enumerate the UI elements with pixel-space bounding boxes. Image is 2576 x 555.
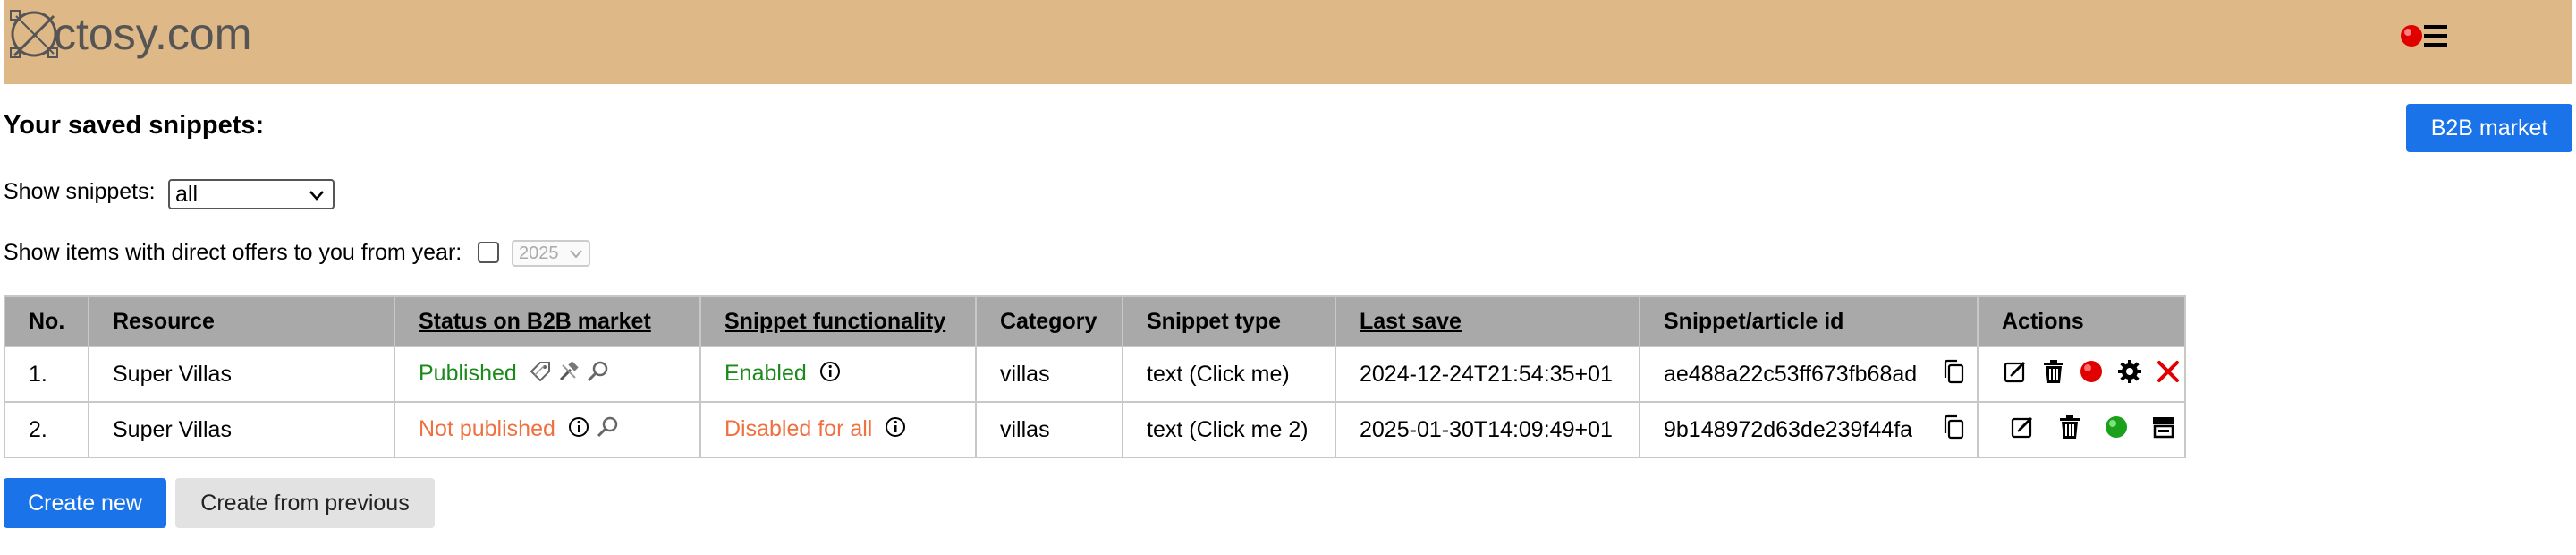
col-resource: Resource — [88, 295, 395, 347]
snippets-table: No. Resource Status on B2B market Snippe… — [4, 295, 2186, 458]
logo-text: ctosy.com — [54, 9, 252, 59]
info-icon[interactable] — [567, 415, 590, 445]
col-no: No. — [4, 295, 89, 347]
show-snippets-select[interactable]: all — [168, 179, 335, 209]
trash-icon[interactable] — [2057, 414, 2082, 447]
year-select[interactable]: 2025 — [512, 240, 590, 267]
status-text: Not published — [419, 415, 555, 441]
magnifier-icon[interactable] — [596, 415, 619, 445]
row-resource: Super Villas — [88, 401, 395, 458]
row-actions — [1977, 346, 2186, 403]
green-circle-icon[interactable] — [2104, 414, 2129, 446]
functionality-text: Enabled — [724, 360, 807, 386]
row-category: villas — [975, 346, 1123, 403]
show-snippets-label: Show snippets: — [4, 179, 156, 204]
chevron-down-icon — [569, 245, 583, 269]
b2b-market-button[interactable]: B2B market — [2406, 104, 2572, 152]
col-actions: Actions — [1977, 295, 2186, 347]
edit-icon[interactable] — [2002, 358, 2029, 391]
row-id: 9b148972d63de239f44fa — [1639, 401, 1979, 458]
offers-year-checkbox[interactable] — [478, 242, 499, 263]
page-title: Your saved snippets: — [4, 111, 265, 140]
top-bar: ctosy.com — [4, 0, 2572, 84]
close-icon[interactable] — [2156, 359, 2181, 390]
row-actions — [1977, 401, 2186, 458]
hamburger-menu-icon[interactable] — [2399, 20, 2449, 52]
row-type[interactable]: text (Click me) — [1122, 346, 1336, 403]
col-type: Snippet type — [1122, 295, 1336, 347]
info-icon[interactable] — [818, 360, 842, 389]
row-status: Published — [394, 346, 701, 403]
info-icon[interactable] — [884, 415, 907, 445]
year-value: 2025 — [519, 243, 559, 263]
row-number: 2. — [4, 401, 89, 458]
row-last-save: 2024-12-24T21:54:35+01 — [1335, 346, 1640, 403]
magnifier-icon[interactable] — [586, 360, 609, 389]
col-last-save[interactable]: Last save — [1335, 295, 1640, 347]
row-number: 1. — [4, 346, 89, 403]
create-from-previous-button[interactable]: Create from previous — [175, 478, 435, 528]
row-functionality: Enabled — [699, 346, 977, 403]
row-type[interactable]: text (Click me 2) — [1122, 401, 1336, 458]
status-text: Published — [419, 360, 517, 386]
col-functionality[interactable]: Snippet functionality — [699, 295, 977, 347]
create-new-button[interactable]: Create new — [4, 478, 166, 528]
functionality-text: Disabled for all — [724, 415, 873, 441]
hammer-wrench-icon[interactable] — [557, 360, 580, 389]
copy-icon[interactable] — [1941, 414, 1966, 447]
row-functionality: Disabled for all — [699, 401, 977, 458]
trash-icon[interactable] — [2041, 358, 2066, 391]
table-header-row: No. Resource Status on B2B market Snippe… — [4, 295, 2186, 347]
snippet-id: 9b148972d63de239f44fa — [1664, 416, 1913, 442]
row-id: ae488a22c53ff673fb68ad — [1639, 346, 1979, 403]
table-row: 1. Super Villas Published Enabled villas… — [4, 346, 2186, 403]
storefront-icon[interactable] — [2150, 414, 2177, 447]
red-circle-icon[interactable] — [2079, 359, 2104, 390]
snippet-id: ae488a22c53ff673fb68ad — [1664, 361, 1918, 387]
col-id: Snippet/article id — [1639, 295, 1979, 347]
show-snippets-value: all — [175, 182, 199, 207]
row-category: villas — [975, 401, 1123, 458]
row-resource: Super Villas — [88, 346, 395, 403]
gear-icon[interactable] — [2116, 358, 2143, 391]
copy-icon[interactable] — [1941, 358, 1966, 391]
compass-logo-icon — [7, 7, 61, 61]
offers-year-label: Show items with direct offers to you fro… — [4, 240, 462, 265]
row-last-save: 2025-01-30T14:09:49+01 — [1335, 401, 1640, 458]
chevron-down-icon — [308, 184, 326, 212]
col-category: Category — [975, 295, 1123, 347]
table-row: 2. Super Villas Not published Disabled f… — [4, 401, 2186, 458]
logo[interactable]: ctosy.com — [7, 7, 251, 61]
edit-icon[interactable] — [2009, 414, 2036, 447]
row-status: Not published — [394, 401, 701, 458]
col-status[interactable]: Status on B2B market — [394, 295, 701, 347]
tag-icon[interactable] — [529, 360, 552, 389]
